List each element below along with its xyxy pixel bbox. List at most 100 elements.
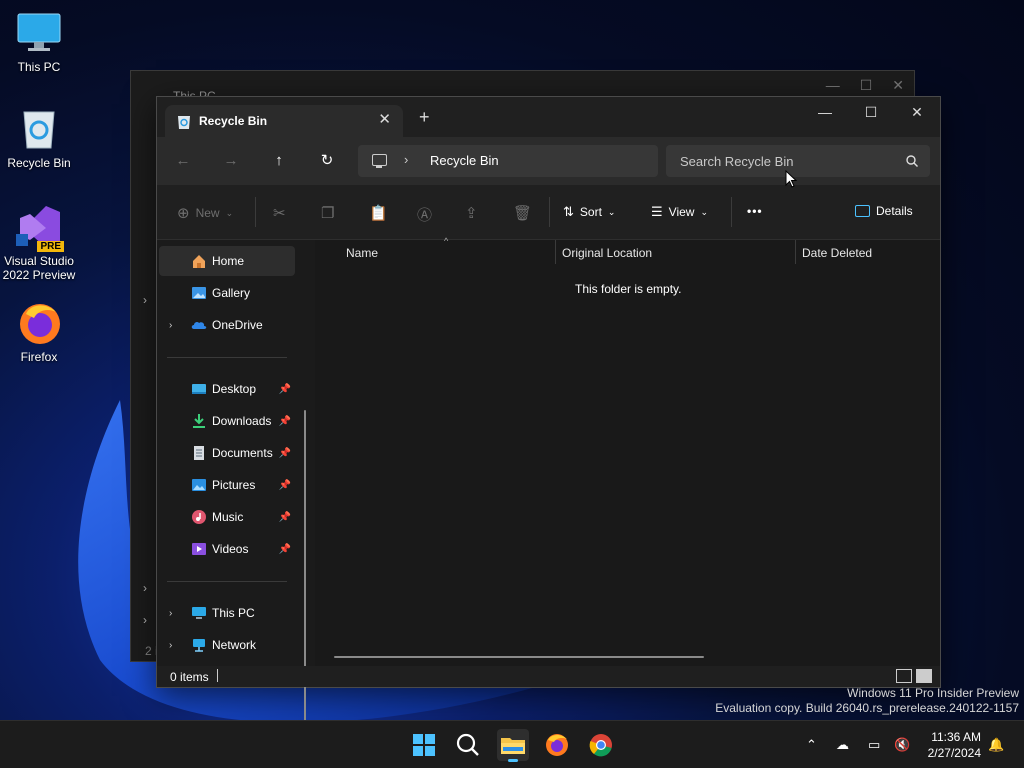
sidebar-item-documents[interactable]: Documents 📌	[159, 438, 295, 468]
sidebar-item-this-pc[interactable]: › This PC	[159, 598, 295, 628]
pin-icon[interactable]: 📌	[279, 512, 291, 523]
sidebar-item-home[interactable]: Home	[159, 246, 295, 276]
firefox-taskbar-button[interactable]	[541, 729, 573, 761]
file-list[interactable]: ^ Name Original Location Date Deleted Th…	[316, 236, 940, 668]
column-header-original-location[interactable]: Original Location	[562, 246, 652, 260]
sidebar-item-label: Music	[212, 510, 244, 524]
navigation-scrollbar[interactable]	[304, 410, 306, 762]
volume-muted-icon[interactable]: 🔇	[894, 737, 910, 753]
documents-icon	[191, 445, 207, 461]
navigation-bar: ← → ↑ ↻ › Recycle Bin	[157, 137, 940, 185]
sort-icon: ⇅	[563, 204, 574, 219]
sort-button[interactable]: ⇅ Sort ⌄	[563, 204, 615, 220]
paste-icon[interactable]: 📋	[369, 204, 388, 222]
chevron-right-icon: ›	[143, 293, 147, 307]
chevron-right-icon[interactable]: ›	[169, 608, 172, 619]
sidebar-item-desktop[interactable]: Desktop 📌	[159, 374, 295, 404]
back-button[interactable]: ←	[173, 151, 193, 171]
tiles-view-icon[interactable]	[916, 669, 932, 683]
more-options-button[interactable]: •••	[747, 204, 763, 218]
chevron-right-icon: ›	[143, 613, 147, 627]
sidebar-item-label: OneDrive	[212, 318, 263, 332]
column-header-date-deleted[interactable]: Date Deleted	[802, 246, 872, 260]
tab-recycle-bin[interactable]: Recycle Bin ✕	[165, 105, 403, 137]
new-tab-button[interactable]: +	[419, 108, 430, 126]
pin-icon[interactable]: 📌	[279, 448, 291, 459]
forward-button[interactable]: →	[221, 151, 241, 171]
sidebar-item-label: Home	[212, 254, 245, 268]
rename-icon[interactable]: Ⓐ	[417, 204, 432, 225]
up-button[interactable]: ↑	[269, 151, 289, 171]
desktop-icon-label: Firefox	[20, 350, 58, 364]
desktop-icon-this-pc[interactable]: This PC	[1, 10, 77, 74]
sidebar-item-downloads[interactable]: Downloads 📌	[159, 406, 295, 436]
music-icon	[191, 509, 207, 525]
delete-icon[interactable]: 🗑	[513, 204, 532, 222]
column-header-name[interactable]: Name	[346, 246, 378, 260]
breadcrumb-recycle-bin[interactable]: Recycle Bin	[430, 153, 499, 168]
pin-icon[interactable]: 📌	[279, 544, 291, 555]
column-divider[interactable]	[555, 240, 556, 264]
tab-title: Recycle Bin	[199, 114, 268, 128]
sidebar-item-pictures[interactable]: Pictures 📌	[159, 470, 295, 500]
maximize-button[interactable]: ☐	[848, 97, 894, 127]
details-view-icon[interactable]	[896, 669, 912, 683]
refresh-button[interactable]: ↻	[317, 151, 337, 171]
chevron-down-icon: ⌄	[700, 206, 708, 217]
close-button[interactable]: ✕	[894, 97, 940, 127]
horizontal-scrollbar[interactable]	[334, 656, 704, 658]
sidebar-item-music[interactable]: Music 📌	[159, 502, 295, 532]
sidebar-item-network[interactable]: › Network	[159, 630, 295, 660]
new-label: New	[195, 206, 220, 220]
sidebar-item-gallery[interactable]: Gallery	[159, 278, 295, 308]
details-button[interactable]: Details	[855, 204, 913, 218]
minimize-button[interactable]: —	[802, 97, 848, 127]
desktop-icon-visual-studio[interactable]: PRE Visual Studio 2022 Preview	[1, 204, 77, 282]
sidebar-item-videos[interactable]: Videos 📌	[159, 534, 295, 564]
minimize-icon: —	[825, 77, 840, 93]
sidebar-item-onedrive[interactable]: › OneDrive	[159, 310, 295, 340]
share-icon[interactable]: ⇪	[465, 204, 478, 222]
pictures-icon	[191, 477, 207, 493]
sort-label: Sort	[579, 205, 602, 219]
notification-bell-icon[interactable]: 🔔	[988, 737, 1004, 753]
pin-icon[interactable]: 📌	[279, 480, 291, 491]
network-status-icon[interactable]: ▭	[868, 737, 880, 753]
clock[interactable]: 11:36 AM 2/27/2024	[928, 729, 981, 761]
file-explorer-window[interactable]: Recycle Bin ✕ + — ☐ ✕ ← → ↑ ↻ › Recycle …	[156, 96, 941, 762]
command-divider	[549, 197, 550, 227]
search-box[interactable]	[666, 145, 930, 177]
desktop-icon-firefox[interactable]: Firefox	[1, 300, 77, 364]
onedrive-offline-icon[interactable]: ☁	[836, 737, 849, 753]
title-bar[interactable]: Recycle Bin ✕ + — ☐ ✕	[157, 97, 940, 137]
desktop-folder-icon	[191, 381, 207, 397]
visual-studio-icon: PRE	[16, 204, 64, 252]
start-button[interactable]	[408, 729, 440, 761]
chevron-right-icon[interactable]: ›	[169, 320, 172, 331]
address-bar[interactable]: › Recycle Bin	[358, 145, 658, 177]
search-input[interactable]	[666, 145, 896, 177]
column-divider[interactable]	[795, 240, 796, 264]
chevron-right-icon[interactable]: ›	[169, 640, 172, 651]
search-icon	[456, 733, 479, 756]
desktop-icon-recycle-bin[interactable]: Recycle Bin	[1, 106, 77, 170]
watermark-line-2: Evaluation copy. Build 26040.rs_prerelea…	[715, 701, 1019, 715]
search-button[interactable]	[452, 729, 484, 761]
chevron-right-icon: ›	[143, 581, 147, 595]
view-button[interactable]: ☰ View ⌄	[651, 204, 708, 220]
chevron-up-icon[interactable]: ⌃	[806, 737, 817, 753]
sidebar-item-label: Desktop	[212, 382, 257, 396]
tab-close-button[interactable]: ✕	[378, 110, 391, 128]
new-button[interactable]: ⊕ New ⌄	[177, 204, 233, 222]
status-separator	[217, 669, 218, 682]
pin-icon[interactable]: 📌	[279, 416, 291, 427]
desktop-icon-label: This PC	[17, 60, 61, 74]
chrome-taskbar-button[interactable]	[585, 729, 617, 761]
command-bar: ⊕ New ⌄ ✂ ❐ 📋 Ⓐ ⇪ 🗑 ⇅ Sort ⌄ ☰ View ⌄ ••…	[157, 185, 940, 240]
file-explorer-taskbar-button[interactable]	[497, 729, 529, 762]
cut-icon[interactable]: ✂	[273, 204, 286, 222]
recycle-bin-icon	[178, 116, 190, 129]
sidebar-item-label: Videos	[212, 542, 249, 556]
copy-icon[interactable]: ❐	[321, 204, 334, 222]
pin-icon[interactable]: 📌	[279, 384, 291, 395]
